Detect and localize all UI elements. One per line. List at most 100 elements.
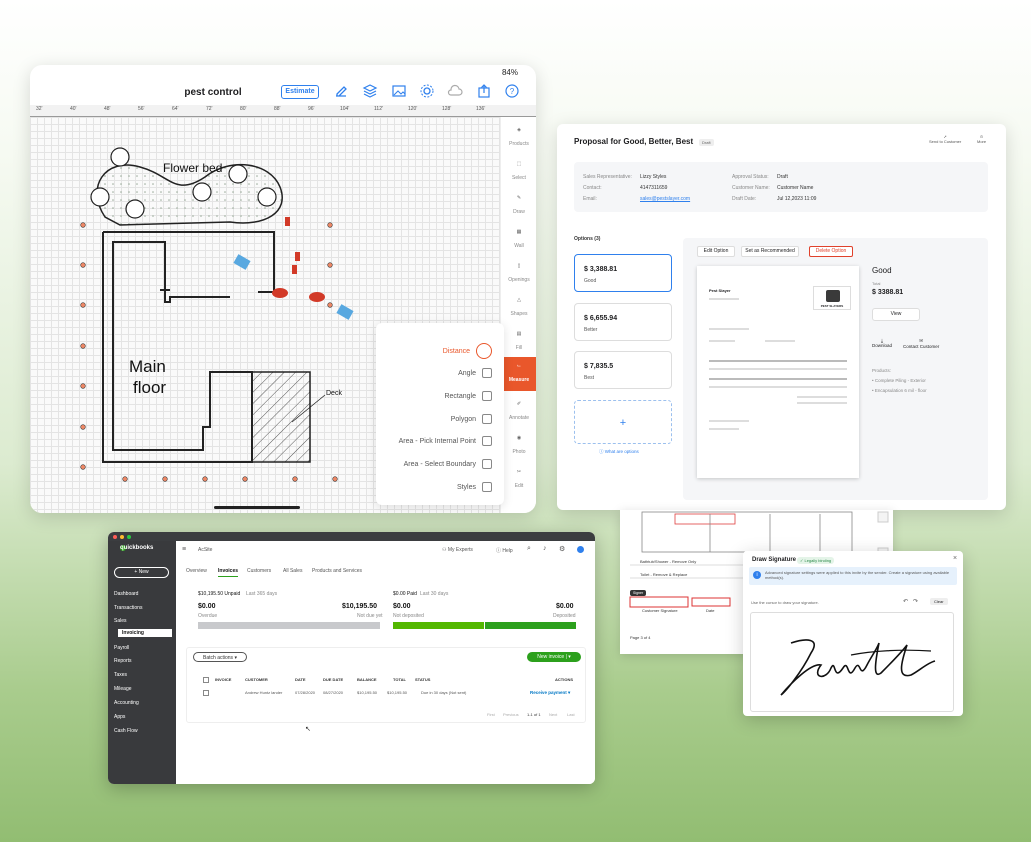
new-invoice-button[interactable]: New invoice | ▾ bbox=[527, 652, 581, 662]
gear-icon[interactable]: ⚙ bbox=[559, 545, 565, 553]
menu-polygon[interactable]: Polygon bbox=[451, 414, 492, 424]
tab-products-services[interactable]: Products and Services bbox=[312, 568, 362, 574]
tool-photo[interactable]: ◉ Photo bbox=[501, 435, 536, 455]
menu-rectangle[interactable]: Rectangle bbox=[444, 391, 492, 401]
tool-label: Measure bbox=[508, 377, 530, 383]
measure-menu: Distance Angle Rectangle Polygon Area - … bbox=[376, 323, 504, 505]
image-icon[interactable] bbox=[391, 83, 407, 99]
nav-invoicing[interactable]: Invoicing bbox=[118, 629, 172, 637]
cloud-icon[interactable] bbox=[447, 83, 463, 99]
contact-customer-button[interactable]: ✉ Contact Customer bbox=[903, 338, 939, 349]
download-button[interactable]: ⤓ Download bbox=[872, 338, 892, 348]
tool-wall[interactable]: ▦ Wall bbox=[501, 229, 536, 249]
col-total[interactable]: TOTAL bbox=[393, 677, 406, 682]
main-content: ≡ AcSite ⚇ My Experts ⓘ Help ⌕ ♪ ⚙ Overv… bbox=[176, 541, 595, 784]
approval-status: Draft bbox=[777, 174, 788, 180]
maximize-dot[interactable] bbox=[127, 535, 131, 539]
close-icon[interactable]: × bbox=[953, 555, 957, 562]
nav-mileage[interactable]: Mileage bbox=[114, 686, 132, 692]
tab-overview[interactable]: Overview bbox=[186, 568, 207, 574]
col-date[interactable]: DATE bbox=[295, 677, 306, 682]
proposal-window: Proposal for Good, Better, Best Draft ➚ S… bbox=[557, 124, 1006, 510]
tool-label: Openings bbox=[508, 277, 530, 283]
nav-cash-flow[interactable]: Cash Flow bbox=[114, 728, 138, 734]
gear-icon[interactable] bbox=[419, 83, 435, 99]
receive-payment-link[interactable]: Receive payment ▾ bbox=[530, 690, 570, 696]
date-label: Date bbox=[706, 608, 715, 613]
redo-icon[interactable]: ↷ bbox=[913, 598, 918, 605]
tool-products[interactable]: ◈ Products bbox=[501, 127, 536, 147]
tab-customers[interactable]: Customers bbox=[247, 568, 271, 574]
undo-icon[interactable]: ↶ bbox=[903, 598, 908, 605]
tool-select[interactable]: ⬚ Select bbox=[501, 161, 536, 181]
tool-shapes[interactable]: △ Shapes bbox=[501, 297, 536, 317]
what-are-options-link[interactable]: ⓘ What are options bbox=[599, 449, 639, 455]
row-checkbox[interactable] bbox=[203, 690, 209, 696]
menu-styles[interactable]: Styles bbox=[457, 482, 492, 492]
tool-annotate[interactable]: ✐ Annotate bbox=[501, 401, 536, 421]
col-status[interactable]: STATUS bbox=[415, 677, 430, 682]
hamburger-icon[interactable]: ≡ bbox=[182, 546, 186, 553]
clear-button[interactable]: Clear bbox=[930, 598, 948, 605]
new-button[interactable]: + New bbox=[114, 567, 169, 578]
product-text: Complete Piling - Exterior bbox=[874, 378, 926, 383]
col-customer[interactable]: CUSTOMER bbox=[245, 677, 268, 682]
pager-previous[interactable]: Previous bbox=[503, 712, 519, 717]
nav-sales[interactable]: Sales bbox=[114, 618, 127, 624]
option-card-good[interactable]: $ 3,388.81 Good bbox=[574, 254, 672, 292]
doc-row: Toilet - Remove & Replace bbox=[640, 572, 688, 577]
set-recommended-button[interactable]: Set as Recommended bbox=[741, 246, 799, 257]
bell-icon[interactable]: ♪ bbox=[543, 545, 547, 552]
col-balance[interactable]: BALANCE bbox=[357, 677, 377, 682]
menu-distance[interactable]: Distance bbox=[443, 343, 492, 359]
add-option-button[interactable]: + bbox=[574, 400, 672, 444]
menu-angle[interactable]: Angle bbox=[458, 368, 492, 378]
select-all-checkbox[interactable] bbox=[203, 677, 209, 683]
email-link[interactable]: sales@pestslayer.com bbox=[640, 196, 690, 202]
proposal-title: Proposal for Good, Better, Best bbox=[574, 137, 694, 146]
delete-option-button[interactable]: Delete Option bbox=[809, 246, 853, 257]
edit-icon[interactable] bbox=[333, 83, 349, 99]
help-link[interactable]: ⓘ Help bbox=[496, 547, 513, 554]
help-icon[interactable]: ? bbox=[504, 83, 520, 99]
my-experts-link[interactable]: ⚇ My Experts bbox=[442, 547, 473, 553]
nav-accounting[interactable]: Accounting bbox=[114, 700, 139, 706]
edit-option-button[interactable]: Edit Option bbox=[697, 246, 735, 257]
tool-edit[interactable]: ✂ Edit bbox=[501, 469, 536, 489]
search-icon[interactable]: ⌕ bbox=[527, 545, 531, 553]
send-to-customer-button[interactable]: ➚ Send to Customer bbox=[929, 134, 961, 144]
nav-dashboard[interactable]: Dashboard bbox=[114, 591, 138, 597]
share-icon[interactable] bbox=[476, 83, 492, 99]
col-invoice[interactable]: INVOICE bbox=[215, 677, 231, 682]
batch-actions-button[interactable]: Batch actions ▾ bbox=[193, 652, 247, 662]
view-button[interactable]: View bbox=[872, 308, 920, 321]
menu-area-boundary[interactable]: Area - Select Boundary bbox=[404, 459, 492, 469]
pager-last[interactable]: Last bbox=[567, 712, 575, 717]
more-button[interactable]: ⊙ More bbox=[977, 134, 986, 144]
avatar[interactable] bbox=[577, 546, 584, 553]
pager-first[interactable]: First bbox=[487, 712, 495, 717]
nav-payroll[interactable]: Payroll bbox=[114, 645, 129, 651]
tab-all-sales[interactable]: All Sales bbox=[283, 568, 302, 574]
tool-fill[interactable]: ▤ Fill bbox=[501, 331, 536, 351]
col-due-date[interactable]: DUE DATE bbox=[323, 677, 343, 682]
nav-apps[interactable]: Apps bbox=[114, 714, 125, 720]
nav-transactions[interactable]: Transactions bbox=[114, 605, 142, 611]
proposal-document-preview[interactable]: Pest Slayer PEST SLAYERS bbox=[697, 266, 859, 478]
estimate-button[interactable]: Estimate bbox=[281, 85, 319, 99]
option-card-better[interactable]: $ 6,655.94 Better bbox=[574, 303, 672, 341]
logo-text: PEST SLAYERS bbox=[820, 304, 844, 308]
nav-taxes[interactable]: Taxes bbox=[114, 672, 127, 678]
option-card-best[interactable]: $ 7,835.5 Best bbox=[574, 351, 672, 389]
minimize-dot[interactable] bbox=[120, 535, 124, 539]
close-dot[interactable] bbox=[113, 535, 117, 539]
menu-area-pick[interactable]: Area - Pick Internal Point bbox=[399, 436, 492, 446]
nav-reports[interactable]: Reports bbox=[114, 658, 132, 664]
tool-openings[interactable]: ▯ Openings bbox=[501, 263, 536, 283]
signature-pad[interactable] bbox=[750, 612, 954, 712]
tab-invoices[interactable]: Invoices bbox=[218, 568, 239, 577]
tool-draw[interactable]: ✎ Draw bbox=[501, 195, 536, 215]
tool-measure[interactable]: ⌙ Measure bbox=[501, 357, 536, 391]
pager-next[interactable]: Next bbox=[549, 712, 557, 717]
layers-icon[interactable] bbox=[362, 83, 378, 99]
